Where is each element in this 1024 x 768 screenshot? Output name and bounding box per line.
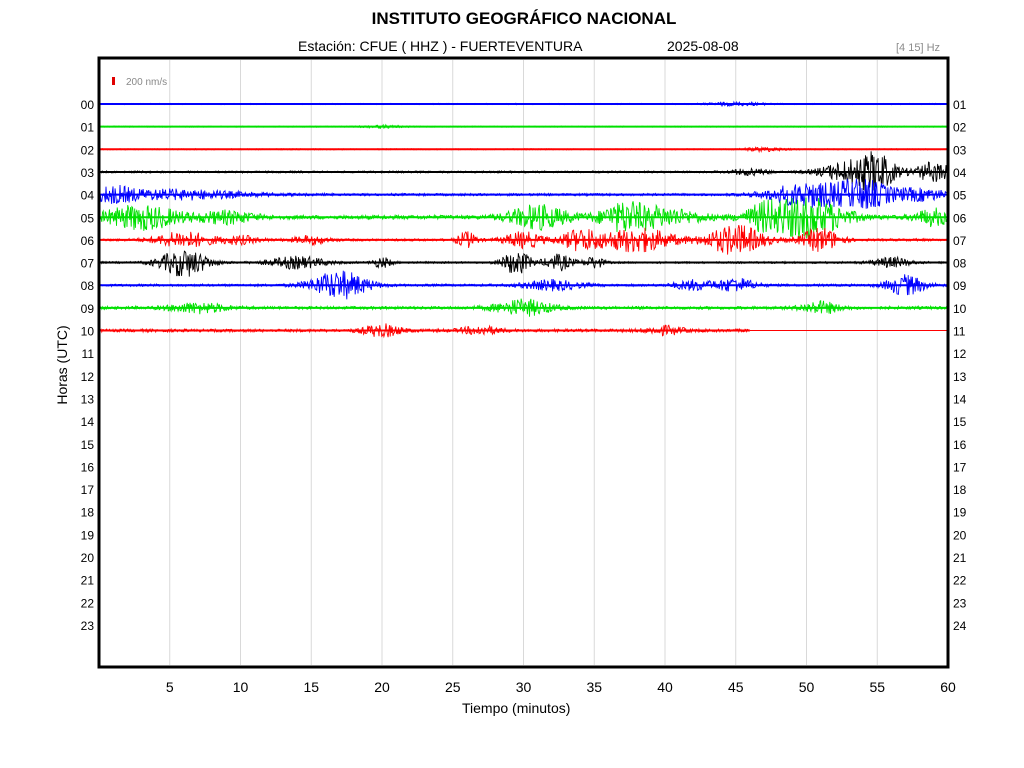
- left-hour-label: 12: [81, 370, 95, 384]
- left-hour-label: 04: [81, 189, 95, 203]
- right-hour-label: 16: [953, 438, 967, 452]
- left-hour-label: 16: [81, 460, 95, 474]
- left-hour-label: 20: [81, 551, 95, 565]
- right-hour-label: 02: [953, 121, 967, 135]
- left-hour-label: 03: [81, 166, 95, 180]
- right-hour-label: 03: [953, 143, 967, 157]
- right-hour-label: 23: [953, 596, 967, 610]
- right-hour-label: 06: [953, 211, 967, 225]
- right-hour-label: 08: [953, 257, 967, 271]
- left-hour-label: 01: [81, 121, 95, 135]
- right-hour-label: 07: [953, 234, 967, 248]
- left-hour-label: 22: [81, 596, 95, 610]
- left-hour-label: 19: [81, 528, 95, 542]
- grid-lines: [169, 60, 878, 665]
- right-hour-label: 10: [953, 302, 967, 316]
- right-hour-label: 19: [953, 506, 967, 520]
- left-hour-label: 02: [81, 143, 95, 157]
- left-hour-label: 17: [81, 483, 95, 497]
- right-hour-label: 24: [953, 619, 967, 633]
- right-hour-label: 04: [953, 166, 967, 180]
- left-hour-label: 07: [81, 257, 95, 271]
- left-hour-label: 08: [81, 279, 95, 293]
- x-tick-label: 15: [303, 679, 319, 695]
- right-hour-label: 14: [953, 392, 967, 406]
- right-hour-label: 11: [953, 325, 966, 339]
- left-hour-label: 18: [81, 506, 95, 520]
- right-hour-label: 05: [953, 189, 967, 203]
- left-hour-label: 21: [81, 574, 95, 588]
- x-tick-labels: 5 10 15 20 25 30 35 40 45 50 55 60: [166, 679, 956, 695]
- left-hour-label: 14: [81, 415, 95, 429]
- x-tick-label: 40: [657, 679, 673, 695]
- x-tick-label: 20: [374, 679, 390, 695]
- x-tick-label: 35: [586, 679, 602, 695]
- x-tick-label: 55: [869, 679, 885, 695]
- right-hour-label: 22: [953, 574, 967, 588]
- x-tick-label: 45: [728, 679, 744, 695]
- right-hour-label: 21: [953, 551, 967, 565]
- left-hour-label: 13: [81, 392, 95, 406]
- right-hour-label: 17: [953, 460, 967, 474]
- right-hour-label: 20: [953, 528, 967, 542]
- scale-bar-mark: [112, 77, 115, 85]
- x-tick-label: 60: [940, 679, 956, 695]
- left-hour-label: 06: [81, 234, 95, 248]
- left-hour-label: 15: [81, 438, 95, 452]
- x-tick-label: 50: [799, 679, 815, 695]
- x-tick-label: 10: [233, 679, 249, 695]
- left-hour-label: 00: [81, 98, 95, 112]
- x-tick-label: 5: [166, 679, 174, 695]
- right-hour-label: 01: [953, 98, 967, 112]
- right-hour-label: 15: [953, 415, 967, 429]
- left-hour-label: 11: [82, 347, 95, 361]
- scale-bar-label: 200 nm/s: [126, 77, 167, 88]
- left-hour-label: 10: [81, 325, 95, 339]
- left-hour-label: 05: [81, 211, 95, 225]
- x-tick-label: 30: [516, 679, 532, 695]
- right-hour-label: 09: [953, 279, 967, 293]
- right-hour-label: 18: [953, 483, 967, 497]
- right-hour-label: 13: [953, 370, 967, 384]
- left-hour-label: 23: [81, 619, 95, 633]
- left-hour-label: 09: [81, 302, 95, 316]
- right-hour-label: 12: [953, 347, 967, 361]
- helicorder-plot: 200 nm/s 5 10 15 20 25 30 35 40 45 50 55 60 0001020…: [81, 56, 967, 695]
- x-tick-label: 25: [445, 679, 461, 695]
- right-hour-labels: 01 02 03 04 05 06 07 08 09 10 11 12 13 14 15 16 17 18 19 20…: [953, 98, 967, 633]
- left-hour-labels: 00 01 02 03 04 05 06 07 08 09 10 11 12 13 14 15 16 17 18 19…: [81, 98, 95, 633]
